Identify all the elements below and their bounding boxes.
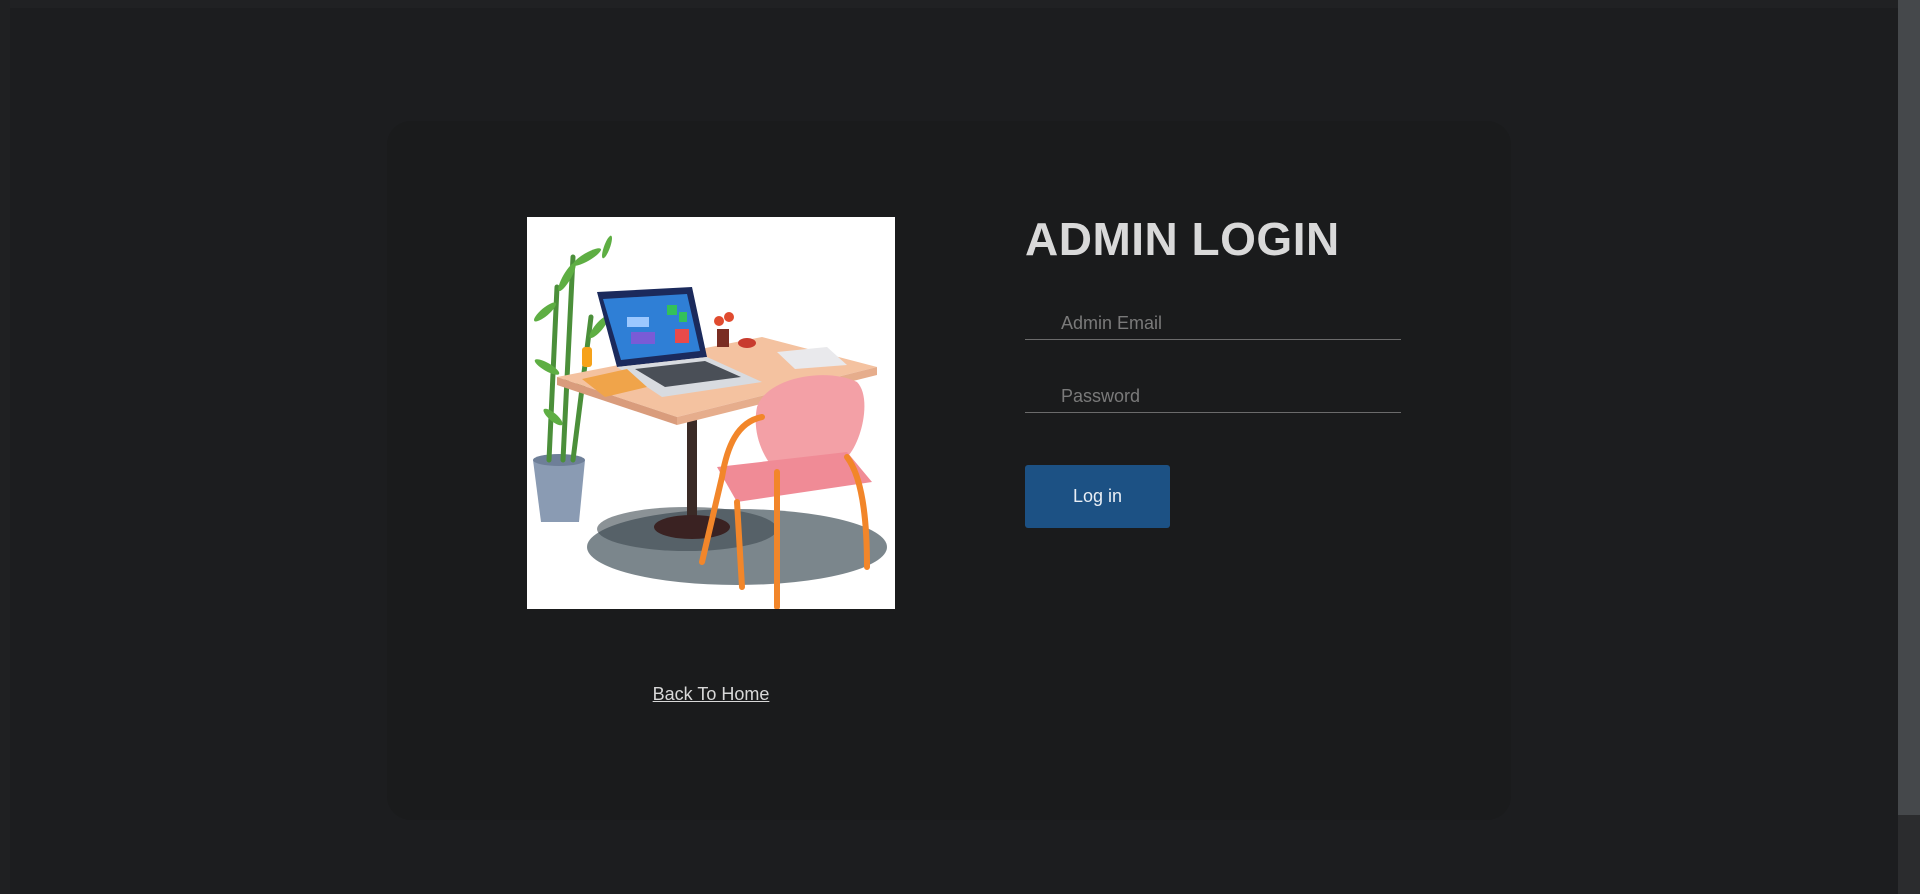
scrollbar-thumb[interactable] (1898, 0, 1920, 815)
table-pedestal (687, 417, 697, 527)
screen-tile (675, 329, 689, 343)
plant-pot-rim (533, 454, 585, 466)
back-to-home-link[interactable]: Back To Home (527, 684, 895, 705)
screen-tile (627, 317, 649, 327)
login-card: Back To Home ADMIN LOGIN Log in (387, 121, 1511, 820)
screen-tile (679, 312, 687, 322)
flower (714, 316, 724, 326)
email-field-wrapper (1025, 307, 1401, 340)
page-title: ADMIN LOGIN (1025, 213, 1340, 265)
scrollbar-track[interactable] (1898, 0, 1920, 894)
flower-vase (717, 329, 729, 347)
screen-tile (631, 332, 655, 344)
table-base (654, 515, 730, 539)
password-input[interactable] (1025, 380, 1401, 412)
desk-illustration-graphic (533, 235, 887, 609)
flower (724, 312, 734, 322)
login-button[interactable]: Log in (1025, 465, 1170, 528)
login-form: ADMIN LOGIN Log in (1025, 211, 1401, 528)
tea-cup (738, 338, 756, 348)
left-gutter (0, 0, 10, 894)
desk-illustration (527, 217, 895, 609)
plant-pot (533, 460, 585, 522)
pen-cup (582, 347, 592, 367)
password-field-wrapper (1025, 380, 1401, 413)
page: Back To Home ADMIN LOGIN Log in (0, 0, 1920, 894)
screen-tile (667, 305, 677, 315)
top-strip (0, 0, 1898, 8)
admin-email-input[interactable] (1025, 307, 1401, 339)
